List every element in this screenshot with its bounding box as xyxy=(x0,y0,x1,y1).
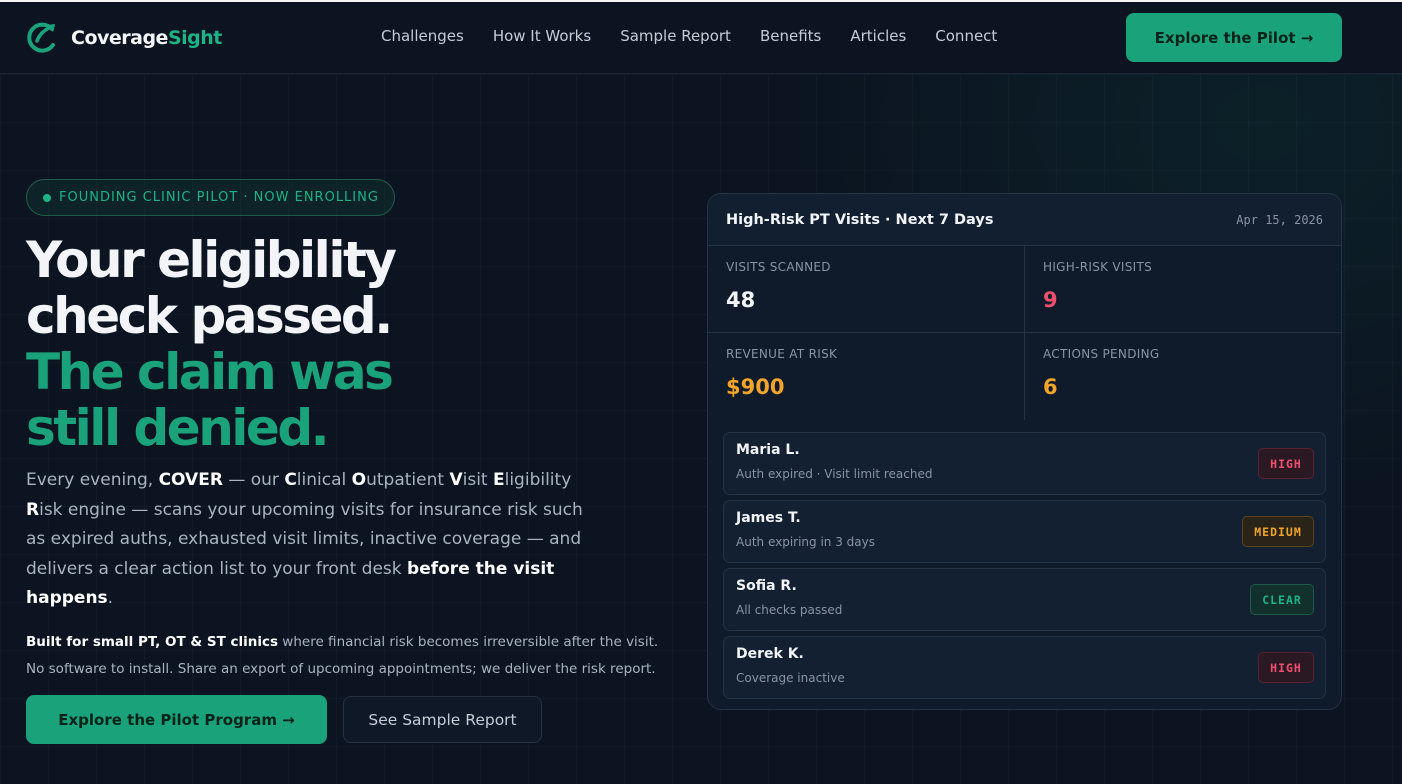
desc-acronym-letter: E xyxy=(492,470,505,490)
patient-list: Maria L. Auth expired · Visit limit reac… xyxy=(723,432,1326,704)
explore-pilot-nav-button[interactable]: Explore the Pilot → xyxy=(1126,13,1342,62)
list-item[interactable]: Sofia R. All checks passed CLEAR xyxy=(723,568,1326,631)
badge-text: FOUNDING CLINIC PILOT · NOW ENROLLING xyxy=(59,190,379,205)
stat-value: 9 xyxy=(1043,288,1058,312)
desc-acronym-letter: O xyxy=(351,470,367,490)
risk-report-card: High-Risk PT Visits · Next 7 Days Apr 15… xyxy=(707,193,1342,710)
nav-link-challenges[interactable]: Challenges xyxy=(381,27,464,45)
brand-name-part2: Sight xyxy=(167,27,222,49)
desc-acronym-letter: C xyxy=(284,470,297,490)
desc-text: . xyxy=(107,588,114,608)
logo-mark-icon xyxy=(27,22,55,53)
status-dot-icon xyxy=(43,193,51,202)
desc-text: isit xyxy=(462,470,493,490)
patient-name: Maria L. xyxy=(736,442,800,458)
report-stats: VISITS SCANNED 48 HIGH-RISK VISITS 9 REV… xyxy=(708,246,1341,420)
desc-text: — our xyxy=(222,470,285,490)
stat-label: ACTIONS PENDING xyxy=(1043,347,1160,361)
note-emphasis: Built for small PT, OT & ST clinics xyxy=(26,634,279,650)
headline-line-2: check passed. xyxy=(26,287,393,345)
stat-value: 48 xyxy=(726,288,756,312)
desc-text: Every evening, xyxy=(26,470,159,490)
hero-headline: Your eligibility check passed. The claim… xyxy=(26,232,666,456)
stat-high-risk-visits: HIGH-RISK VISITS 9 xyxy=(1025,246,1341,333)
headline-line-1: Your eligibility xyxy=(26,231,397,289)
brand-logo[interactable]: CoverageSight xyxy=(26,20,222,56)
top-nav: CoverageSight Challenges How It Works Sa… xyxy=(0,2,1402,74)
nav-link-how-it-works[interactable]: How It Works xyxy=(493,27,591,45)
patient-name: Sofia R. xyxy=(736,578,797,594)
hero-note: Built for small PT, OT & ST clinics wher… xyxy=(26,629,686,683)
stat-value: 6 xyxy=(1043,375,1058,399)
report-header: High-Risk PT Visits · Next 7 Days Apr 15… xyxy=(708,194,1341,246)
pilot-enrolling-badge: FOUNDING CLINIC PILOT · NOW ENROLLING xyxy=(26,179,395,216)
list-item[interactable]: Maria L. Auth expired · Visit limit reac… xyxy=(723,432,1326,495)
patient-name: Derek K. xyxy=(736,646,804,662)
explore-pilot-program-button[interactable]: Explore the Pilot Program → xyxy=(26,695,327,744)
patient-name: James T. xyxy=(736,510,801,526)
nav-links: Challenges How It Works Sample Report Be… xyxy=(381,27,1026,45)
patient-detail: Auth expired · Visit limit reached xyxy=(736,467,933,481)
status-badge-high: HIGH xyxy=(1258,448,1314,479)
brand-name: CoverageSight xyxy=(71,27,222,49)
stat-actions-pending: ACTIONS PENDING 6 xyxy=(1025,333,1341,420)
headline-line-3: The claim was xyxy=(26,343,394,401)
list-item[interactable]: James T. Auth expiring in 3 days MEDIUM xyxy=(723,500,1326,563)
report-date: Apr 15, 2026 xyxy=(1236,212,1323,227)
status-badge-medium: MEDIUM xyxy=(1242,516,1314,547)
headline-line-4: still denied. xyxy=(26,399,330,457)
nav-link-benefits[interactable]: Benefits xyxy=(760,27,821,45)
nav-link-sample-report[interactable]: Sample Report xyxy=(620,27,731,45)
patient-detail: Coverage inactive xyxy=(736,671,845,685)
stat-label: VISITS SCANNED xyxy=(726,260,831,274)
note-line-2: No software to install. Share an export … xyxy=(26,661,656,677)
note-text: where financial risk becomes irreversibl… xyxy=(278,634,659,650)
hero-description: Every evening, COVER — our Clinical Outp… xyxy=(26,466,586,614)
stat-label: REVENUE AT RISK xyxy=(726,347,838,361)
list-item[interactable]: Derek K. Coverage inactive HIGH xyxy=(723,636,1326,699)
nav-link-articles[interactable]: Articles xyxy=(850,27,906,45)
stat-revenue-at-risk: REVENUE AT RISK $900 xyxy=(708,333,1025,420)
desc-acronym-letter: V xyxy=(449,470,463,490)
desc-text: utpatient xyxy=(366,470,450,490)
desc-text: linical xyxy=(296,470,352,490)
status-badge-high: HIGH xyxy=(1258,652,1314,683)
nav-link-connect[interactable]: Connect xyxy=(935,27,997,45)
stat-value: $900 xyxy=(726,375,785,399)
patient-detail: Auth expiring in 3 days xyxy=(736,535,875,549)
report-title: High-Risk PT Visits · Next 7 Days xyxy=(726,211,994,228)
desc-text: ligibility xyxy=(504,470,572,490)
desc-acronym-letter: R xyxy=(26,499,40,520)
stat-visits-scanned: VISITS SCANNED 48 xyxy=(708,246,1025,333)
status-badge-clear: CLEAR xyxy=(1250,584,1314,615)
see-sample-report-button[interactable]: See Sample Report xyxy=(343,696,542,743)
stat-label: HIGH-RISK VISITS xyxy=(1043,260,1153,274)
desc-cover: COVER xyxy=(158,470,223,490)
patient-detail: All checks passed xyxy=(736,603,843,617)
brand-name-part1: Coverage xyxy=(71,27,168,49)
